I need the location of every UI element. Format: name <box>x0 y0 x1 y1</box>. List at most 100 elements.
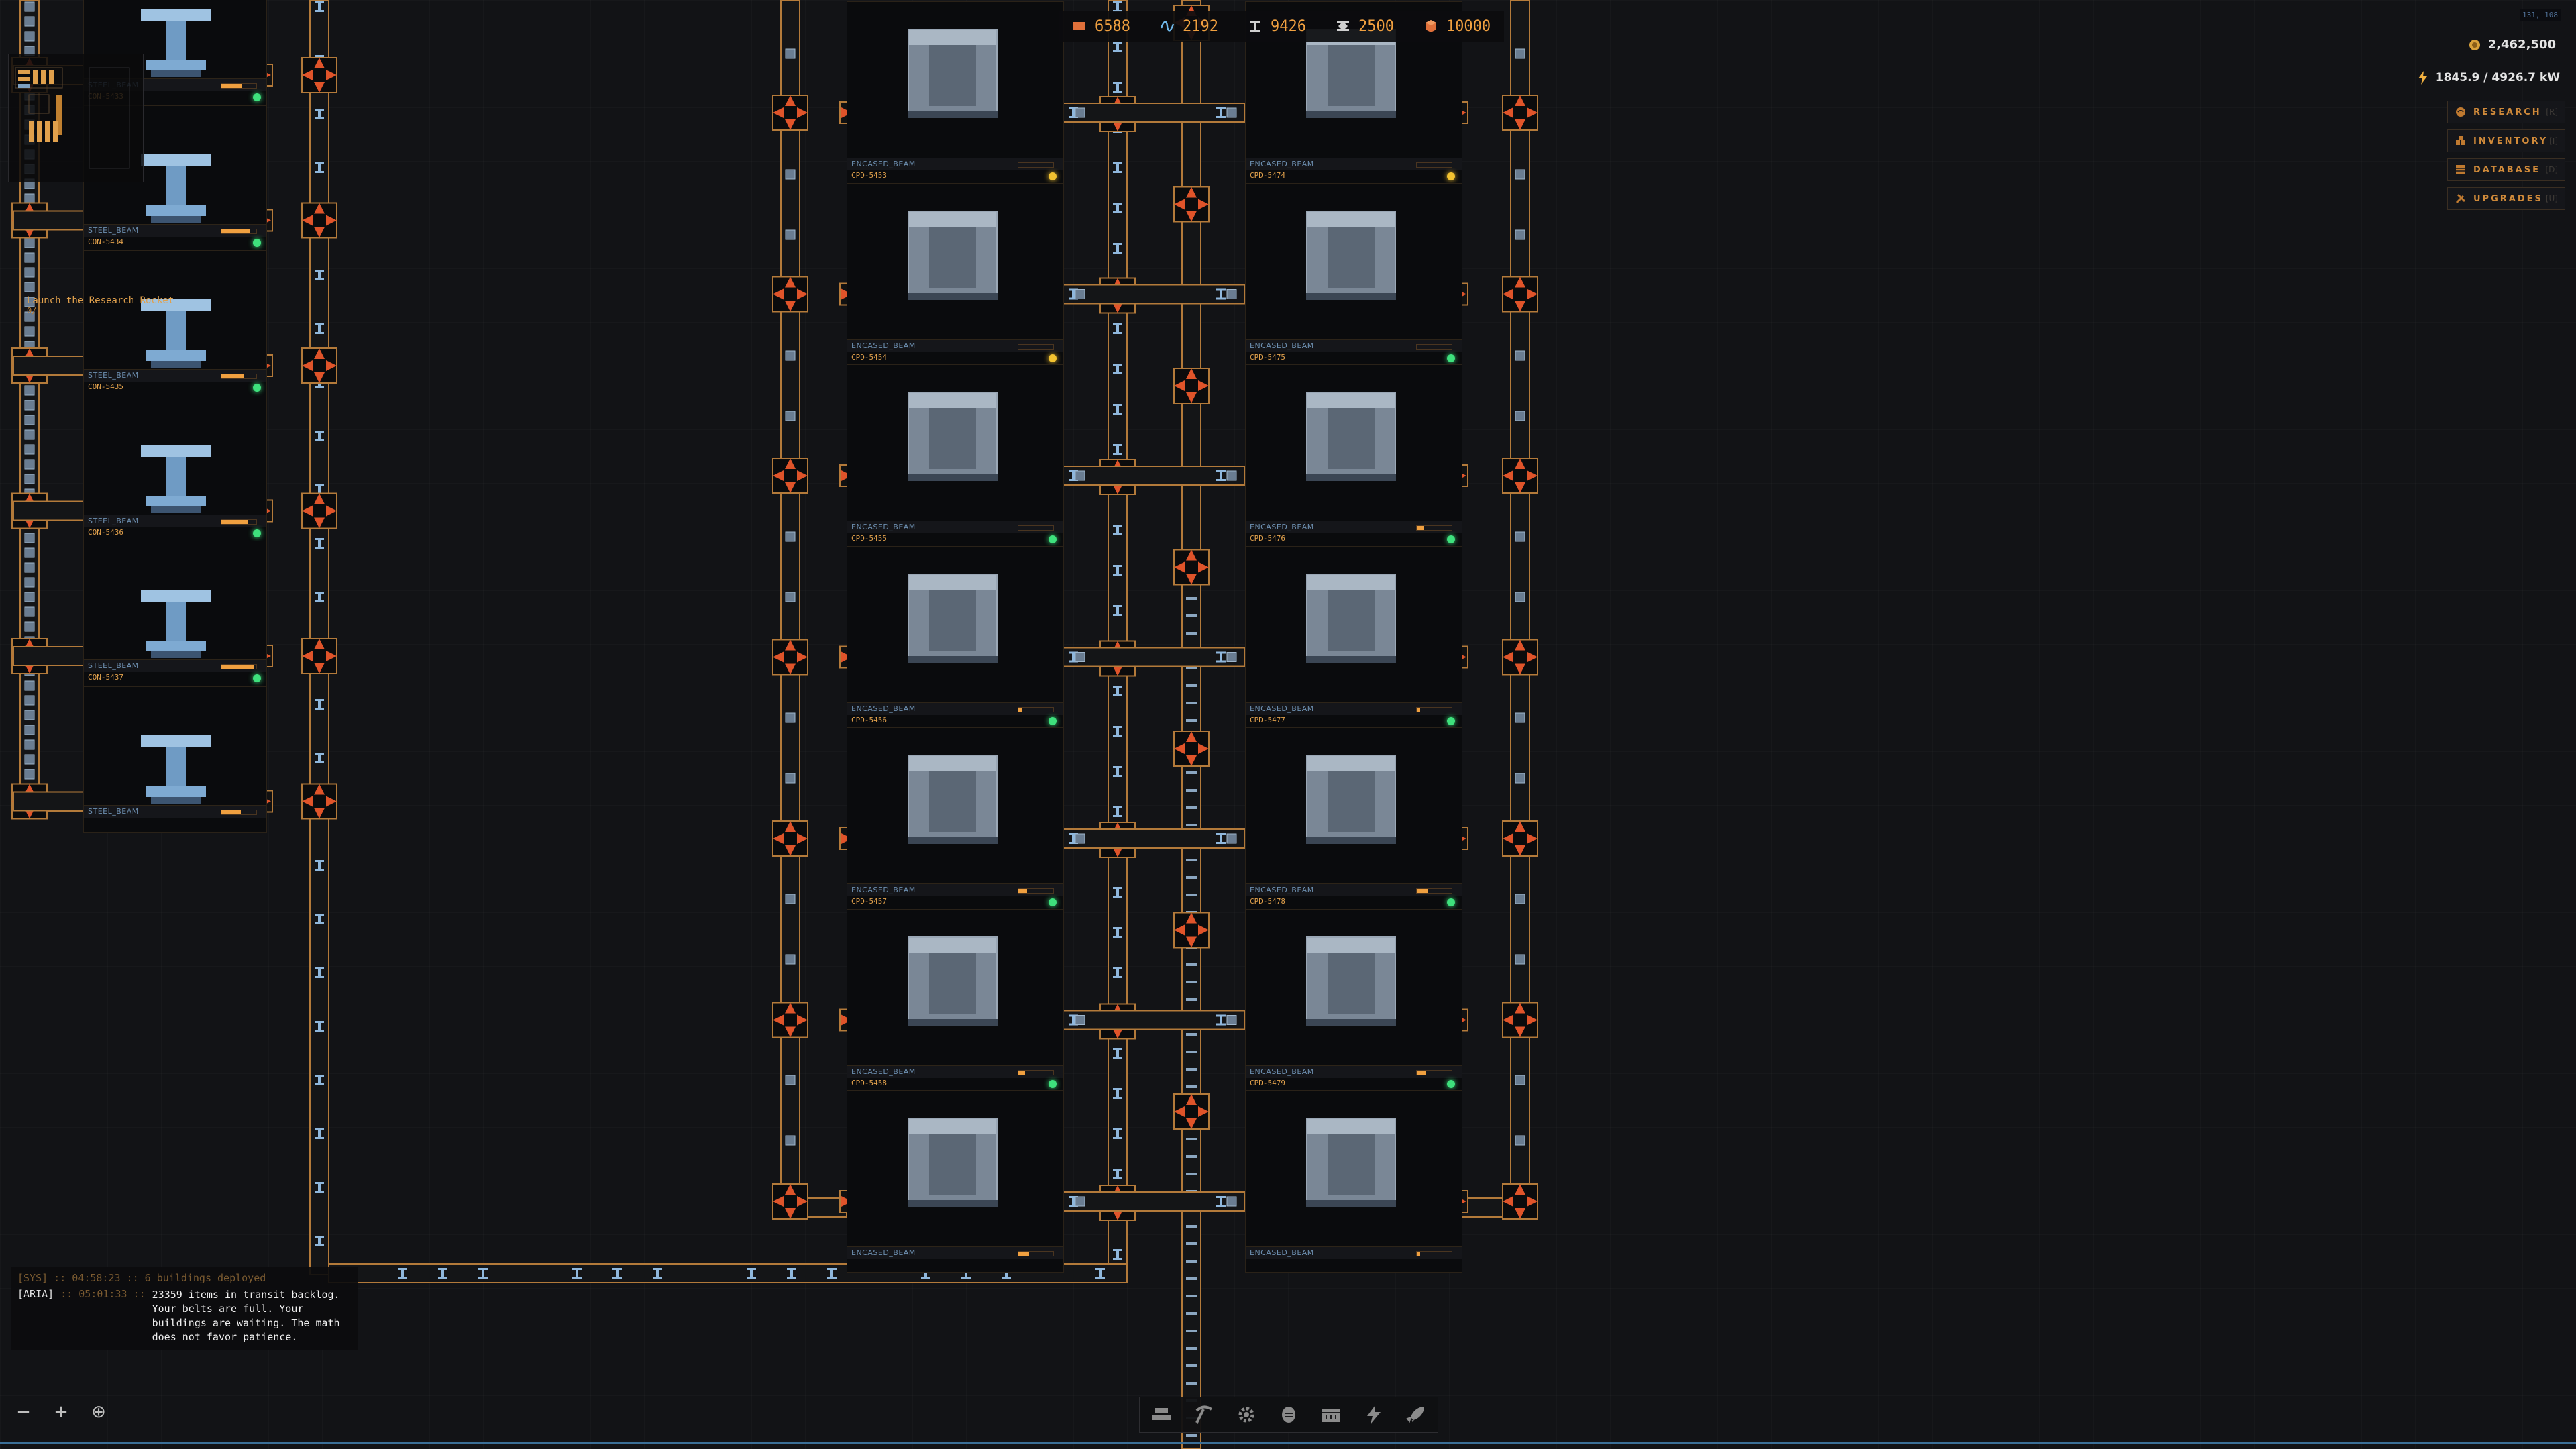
factory-world[interactable]: ENCASED_BEAM CPD-5453 ENCASED_BEAM CPD-5454… <box>0 0 2576 1449</box>
recenter-button[interactable]: ⊕ <box>89 1402 109 1422</box>
status-light <box>253 93 261 101</box>
belt-item <box>1186 963 1197 966</box>
item-block <box>1226 289 1237 299</box>
belt-segment <box>1062 466 1246 486</box>
gear-icon <box>1238 1407 1254 1423</box>
research-button[interactable]: RESEARCH [R] <box>2447 101 2565 123</box>
machine-nameplate: ENCASED_BEAM <box>1246 1246 1462 1259</box>
machine-id: CON-5435 <box>88 382 123 391</box>
event-log: [SYS] :: 04:58:23 :: 6 buildings deploye… <box>11 1267 358 1350</box>
inventory-button[interactable]: INVENTORY [I] <box>2447 129 2565 152</box>
zoom-out-button[interactable]: − <box>13 1402 34 1422</box>
machine-nameplate: ENCASED_BEAM <box>847 1065 1063 1078</box>
inventory-icon <box>2456 136 2465 145</box>
objective-progress: 0/1 <box>27 306 42 315</box>
left-machine[interactable]: STEEL_BEAM CON-5437 <box>83 541 267 687</box>
center-machine[interactable]: ENCASED_BEAM CPD-5456 <box>847 545 1064 729</box>
belt-item <box>1186 859 1197 861</box>
left-machine[interactable]: STEEL_BEAM CON-5435 <box>83 250 267 396</box>
machine-body <box>1306 1118 1396 1204</box>
machine-product: ENCASED_BEAM <box>851 341 916 350</box>
machine-product: STEEL_BEAM <box>88 806 139 816</box>
machine-product: STEEL_BEAM <box>88 225 139 235</box>
progress-bar <box>1416 888 1452 894</box>
machine-base <box>908 1018 998 1026</box>
pickaxe-icon <box>1195 1405 1213 1424</box>
center-machine[interactable]: ENCASED_BEAM <box>847 1090 1064 1273</box>
machine-nameplate: STEEL_BEAM <box>84 369 266 382</box>
center-machine[interactable]: ENCASED_BEAM CPD-5453 <box>847 1 1064 184</box>
research-tool[interactable] <box>1275 1401 1303 1429</box>
progress-bar <box>1018 343 1054 350</box>
belt-item <box>1186 1155 1197 1158</box>
log-tag: [ARIA] <box>17 1288 54 1300</box>
machine-product: ENCASED_BEAM <box>1250 523 1314 531</box>
database-button[interactable]: DATABASE [D] <box>2447 158 2565 181</box>
belt-item <box>1186 1277 1197 1280</box>
machine-body <box>908 392 998 478</box>
belt-item <box>1186 1173 1197 1175</box>
zoom-controls: − + ⊕ <box>13 1402 109 1422</box>
right-machine[interactable]: ENCASED_BEAM CPD-5477 <box>1245 545 1462 729</box>
machine-body <box>908 573 998 660</box>
belt-item <box>1186 1051 1197 1053</box>
machine-base <box>1306 292 1396 300</box>
belt-item <box>1186 702 1197 704</box>
right-machine[interactable]: ENCASED_BEAM CPD-5478 <box>1245 727 1462 910</box>
item-block <box>1515 48 1525 59</box>
center-machine[interactable]: ENCASED_BEAM CPD-5454 <box>847 182 1064 366</box>
conveyor-tool[interactable] <box>1147 1401 1175 1429</box>
center-machine[interactable]: ENCASED_BEAM CPD-5457 <box>847 727 1064 910</box>
resource-iron-plate: 6588 <box>1072 18 1130 35</box>
right-machine[interactable]: ENCASED_BEAM CPD-5475 <box>1245 182 1462 366</box>
belt-segment <box>1062 103 1246 123</box>
machine-nameplate: ENCASED_BEAM <box>1246 1065 1462 1078</box>
right-machine[interactable]: ENCASED_BEAM CPD-5479 <box>1245 908 1462 1091</box>
machine-id: CPD-5479 <box>1250 1078 1285 1087</box>
left-machine[interactable]: STEEL_BEAM CON-5436 <box>83 395 267 542</box>
power-tool[interactable] <box>1360 1401 1388 1429</box>
belt-item <box>1186 876 1197 879</box>
machine-nameplate: STEEL_BEAM <box>84 804 266 818</box>
item-block <box>1515 773 1525 784</box>
side-menu: RESEARCH [R] INVENTORY [I] DATABASE [D] UPG… <box>2447 101 2565 216</box>
machine-body <box>908 936 998 1023</box>
machine-tool[interactable] <box>1232 1401 1260 1429</box>
status-light <box>1447 1079 1455 1088</box>
item-block <box>24 592 35 602</box>
right-machine[interactable]: ENCASED_BEAM CPD-5476 <box>1245 364 1462 547</box>
machine-nameplate: ENCASED_BEAM <box>847 1246 1063 1259</box>
rocket-tool[interactable] <box>1402 1401 1430 1429</box>
center-machine[interactable]: ENCASED_BEAM CPD-5455 <box>847 364 1064 547</box>
item-block <box>24 724 35 735</box>
storage-tool[interactable] <box>1317 1401 1345 1429</box>
item-block <box>785 1075 796 1085</box>
machine-body <box>908 755 998 841</box>
resource-bar: 6588 2192 9426 2500 10000 <box>1059 11 1505 42</box>
status-light <box>1049 898 1057 906</box>
minimap[interactable] <box>8 54 144 182</box>
machine-nameplate: STEEL_BEAM <box>84 514 266 527</box>
machine-id: CON-5434 <box>88 237 123 246</box>
right-machine[interactable]: ENCASED_BEAM <box>1245 1090 1462 1273</box>
item-block <box>24 429 35 440</box>
status-light <box>1049 1079 1057 1088</box>
belt-item <box>1186 789 1197 792</box>
upgrades-button[interactable]: UPGRADES [U] <box>2447 187 2565 210</box>
research-icon <box>2456 107 2465 117</box>
machine-base <box>908 474 998 481</box>
zoom-in-button[interactable]: + <box>51 1402 71 1422</box>
resource-encased-beam: 2500 <box>1336 18 1394 35</box>
machine-nameplate: ENCASED_BEAM <box>847 339 1063 352</box>
item-block <box>24 606 35 617</box>
belt-item <box>1186 1347 1197 1350</box>
left-machine[interactable]: STEEL_BEAM <box>83 686 267 833</box>
center-machine[interactable]: ENCASED_BEAM CPD-5458 <box>847 908 1064 1091</box>
belt-item <box>1186 1242 1197 1245</box>
item-block <box>24 400 35 411</box>
progress-bar <box>221 519 257 525</box>
mining-tool[interactable] <box>1189 1401 1218 1429</box>
machine-base <box>908 655 998 663</box>
log-time: :: 05:01:33 :: <box>60 1288 146 1300</box>
item-block <box>1226 107 1237 118</box>
